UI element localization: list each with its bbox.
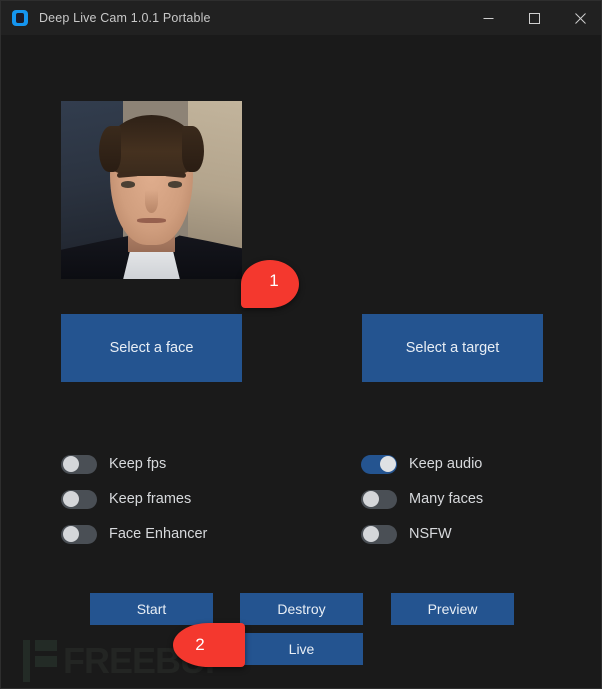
toggle-track: [361, 524, 397, 544]
select-a-face-button[interactable]: Select a face: [61, 314, 242, 382]
toggle-knob: [62, 526, 79, 542]
toggle-many-faces[interactable]: Many faces: [361, 488, 483, 510]
annotation-pin-2: 2: [173, 623, 245, 667]
toggle-label: Keep frames: [109, 491, 192, 507]
watermark-text: FREEBUF: [63, 640, 227, 681]
maximize-icon[interactable]: [511, 1, 557, 35]
close-icon[interactable]: [557, 1, 601, 35]
toggle-track: [361, 454, 397, 474]
pin-number: 1: [269, 271, 279, 290]
freebuf-watermark: FREEBUF: [23, 640, 227, 682]
window-controls: [465, 1, 601, 35]
toggle-keep-audio[interactable]: Keep audio: [361, 453, 482, 475]
toggle-track: [61, 489, 97, 509]
preview-button[interactable]: Preview: [391, 593, 514, 625]
toggle-face-enhancer[interactable]: Face Enhancer: [61, 523, 207, 545]
annotation-pin-1: 1: [241, 260, 299, 308]
toggle-label: Face Enhancer: [109, 526, 208, 542]
live-button[interactable]: Live: [240, 633, 363, 665]
toggle-track: [361, 489, 397, 509]
pin-number: 2: [195, 635, 205, 654]
app-window: Deep Live Cam 1.0.1 Portable Select a fa…: [0, 0, 602, 689]
pin-shape: [241, 260, 299, 308]
start-button[interactable]: Start: [90, 593, 213, 625]
toggle-keep-fps[interactable]: Keep fps: [61, 453, 166, 475]
portrait-image: [61, 101, 242, 279]
toggle-label: Many faces: [409, 491, 484, 507]
toggle-label: NSFW: [409, 526, 452, 542]
window-title: Deep Live Cam 1.0.1 Portable: [39, 11, 211, 25]
source-face-preview[interactable]: [61, 101, 242, 279]
minimize-icon[interactable]: [465, 1, 511, 35]
toggle-label: Keep fps: [109, 456, 167, 472]
app-logo-icon: [12, 10, 28, 26]
select-a-target-button[interactable]: Select a target: [362, 314, 543, 382]
toggle-nsfw[interactable]: NSFW: [361, 523, 452, 545]
toggle-knob: [362, 526, 379, 542]
toggle-knob: [62, 456, 79, 472]
toggle-knob: [362, 491, 379, 507]
toggle-track: [61, 524, 97, 544]
title-bar: Deep Live Cam 1.0.1 Portable: [1, 1, 601, 35]
pin-shape: [173, 623, 245, 667]
toggle-knob: [62, 491, 79, 507]
toggle-label: Keep audio: [409, 456, 483, 472]
toggle-keep-frames[interactable]: Keep frames: [61, 488, 191, 510]
toggle-track: [61, 454, 97, 474]
destroy-button[interactable]: Destroy: [240, 593, 363, 625]
freebuf-logo-icon: [23, 640, 57, 682]
toggle-knob: [379, 456, 396, 472]
